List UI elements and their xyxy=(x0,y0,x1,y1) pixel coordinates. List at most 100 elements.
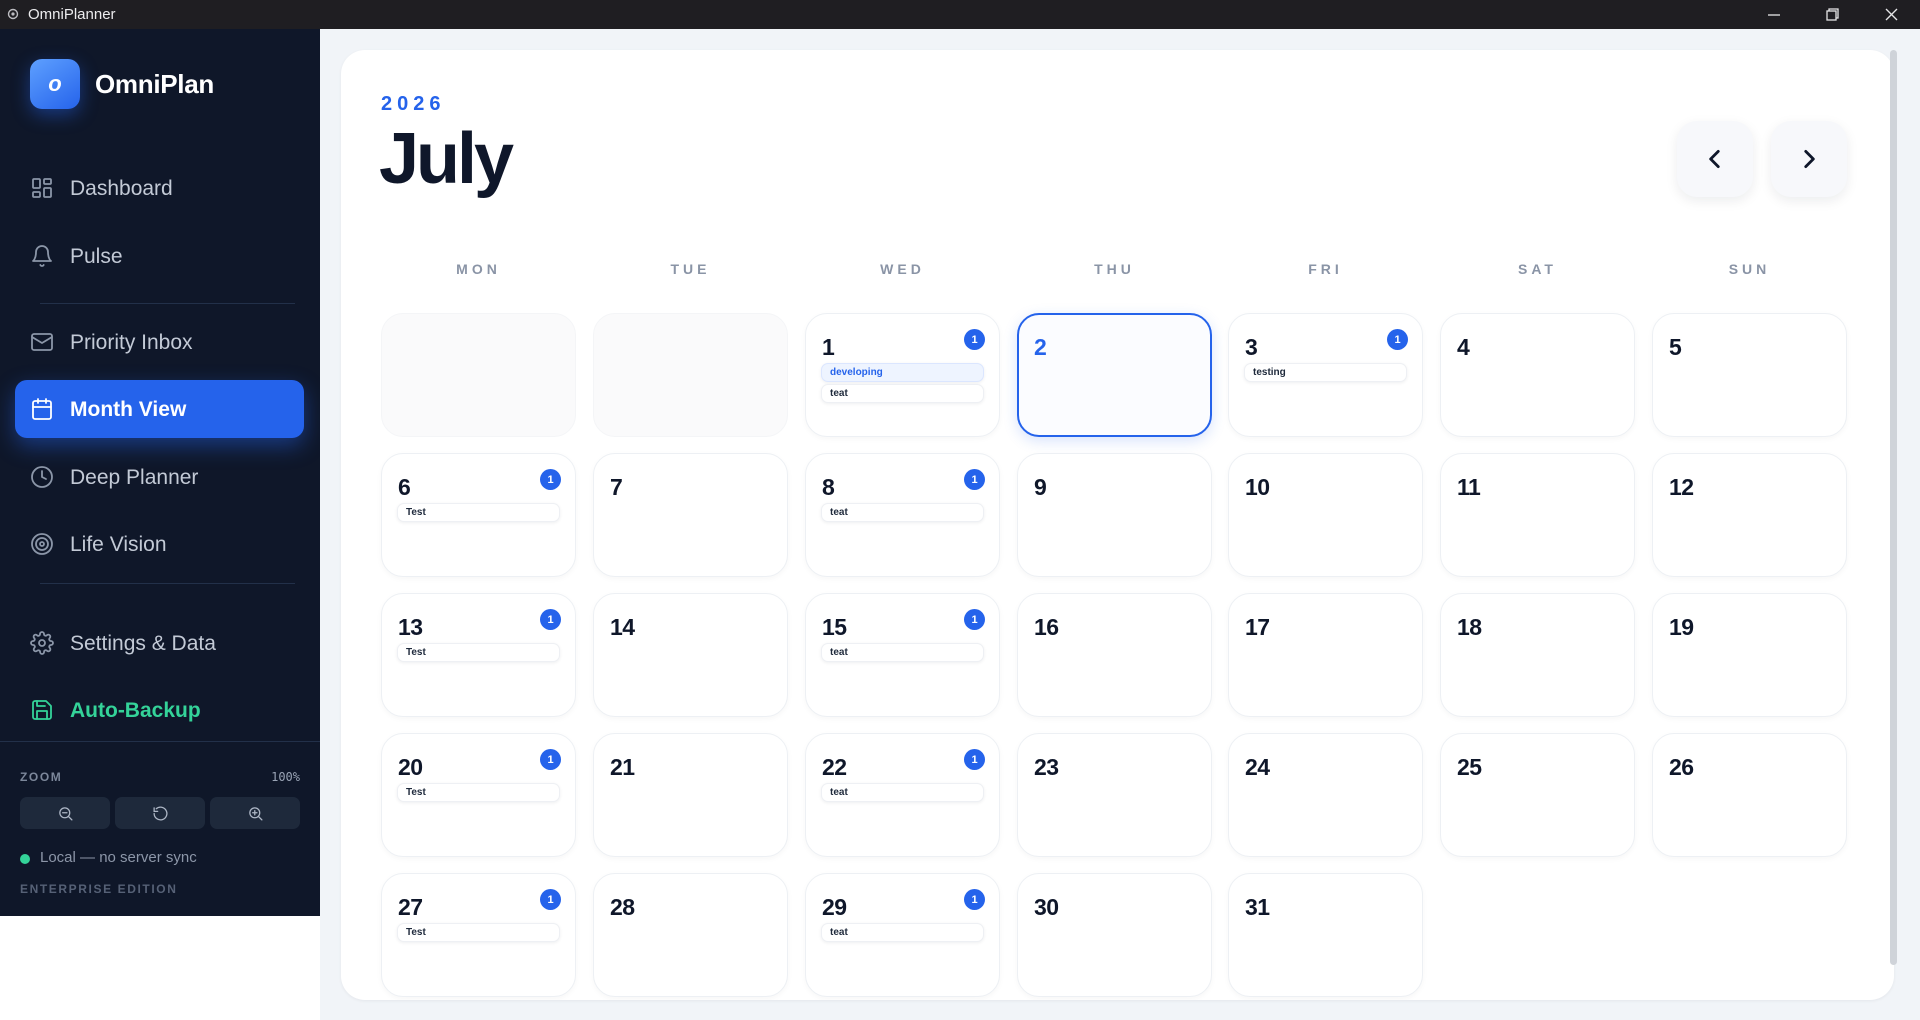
scrollbar[interactable] xyxy=(1890,50,1897,965)
prev-month-button[interactable] xyxy=(1677,121,1753,197)
save-icon xyxy=(30,698,54,722)
event-chip[interactable]: teat xyxy=(821,503,984,522)
sidebar-item-pulse[interactable]: Pulse xyxy=(15,227,304,285)
day-cell-today[interactable]: 2 xyxy=(1017,313,1212,437)
day-cell[interactable]: 26 xyxy=(1652,733,1847,857)
day-cell[interactable]: 17 xyxy=(1228,593,1423,717)
zoom-label: ZOOM xyxy=(20,770,63,784)
zoom-reset-button[interactable] xyxy=(115,797,205,829)
close-button[interactable] xyxy=(1862,0,1920,29)
event-chip[interactable]: teat xyxy=(821,384,984,403)
bell-icon xyxy=(30,244,54,268)
day-cell[interactable]: 6 1 Test xyxy=(381,453,576,577)
next-month-button[interactable] xyxy=(1771,121,1847,197)
day-number: 24 xyxy=(1245,754,1270,780)
day-cell[interactable]: 18 xyxy=(1440,593,1635,717)
day-cell[interactable]: 19 xyxy=(1652,593,1847,717)
day-number: 26 xyxy=(1669,754,1694,780)
close-icon xyxy=(1885,8,1897,21)
day-cell[interactable]: 11 xyxy=(1440,453,1635,577)
day-number: 19 xyxy=(1669,614,1694,640)
sidebar-item-dashboard[interactable]: Dashboard xyxy=(15,159,304,217)
day-number: 3 xyxy=(1245,334,1258,360)
day-number: 13 xyxy=(398,614,423,640)
day-number: 2 xyxy=(1034,334,1047,360)
day-cell[interactable]: 7 xyxy=(593,453,788,577)
day-cell[interactable]: 12 xyxy=(1652,453,1847,577)
empty-day-cell xyxy=(593,313,788,437)
mail-icon xyxy=(30,330,54,354)
zoom-in-button[interactable] xyxy=(210,797,300,829)
day-cell[interactable]: 15 1 teat xyxy=(805,593,1000,717)
day-cell[interactable]: 10 xyxy=(1228,453,1423,577)
day-number: 21 xyxy=(610,754,635,780)
day-cell[interactable]: 23 xyxy=(1017,733,1212,857)
sidebar: o OmniPlan Dashboard Pulse Priority Inbo… xyxy=(0,29,320,916)
gear-icon xyxy=(30,631,54,655)
zoom-value: 100% xyxy=(271,770,300,784)
day-number: 6 xyxy=(398,474,411,500)
event-count-badge: 1 xyxy=(964,609,985,630)
sidebar-item-label: Month View xyxy=(70,398,187,421)
chevron-right-icon xyxy=(1804,150,1815,168)
sidebar-item-deep-planner[interactable]: Deep Planner xyxy=(15,448,304,506)
day-cell[interactable]: 27 1 Test xyxy=(381,873,576,997)
day-cell[interactable]: 8 1 teat xyxy=(805,453,1000,577)
day-number: 7 xyxy=(610,474,623,500)
sidebar-item-month-view[interactable]: Month View xyxy=(15,380,304,438)
day-cell[interactable]: 4 xyxy=(1440,313,1635,437)
sidebar-divider xyxy=(40,303,295,304)
day-cell[interactable]: 28 xyxy=(593,873,788,997)
weekday-label: SAT xyxy=(1518,261,1557,277)
day-cell[interactable]: 31 xyxy=(1228,873,1423,997)
event-count-badge: 1 xyxy=(964,329,985,350)
weekday-label: SUN xyxy=(1728,261,1771,277)
sidebar-item-auto-backup[interactable]: Auto-Backup xyxy=(15,681,304,739)
day-number: 22 xyxy=(822,754,847,780)
day-number: 30 xyxy=(1034,894,1059,920)
day-cell[interactable]: 20 1 Test xyxy=(381,733,576,857)
event-chip[interactable]: teat xyxy=(821,923,984,942)
calendar-card: 2026 July MON TUE WED THU FRI SAT SUN 1 1 develo… xyxy=(341,50,1894,1000)
empty-day-cell xyxy=(381,313,576,437)
day-number: 29 xyxy=(822,894,847,920)
event-chip[interactable]: Test xyxy=(397,503,560,522)
sidebar-item-settings[interactable]: Settings & Data xyxy=(15,614,304,672)
day-number: 9 xyxy=(1034,474,1047,500)
day-cell[interactable]: 5 xyxy=(1652,313,1847,437)
day-cell[interactable]: 13 1 Test xyxy=(381,593,576,717)
day-cell[interactable]: 14 xyxy=(593,593,788,717)
sync-status-text: Local — no server sync xyxy=(40,849,197,866)
day-cell[interactable]: 16 xyxy=(1017,593,1212,717)
app-logo: o xyxy=(30,59,80,109)
sidebar-item-life-vision[interactable]: Life Vision xyxy=(15,515,304,573)
event-chip[interactable]: Test xyxy=(397,643,560,662)
zoom-in-icon xyxy=(248,806,263,821)
minimize-icon xyxy=(1768,13,1780,16)
event-chip[interactable]: testing xyxy=(1244,363,1407,382)
day-cell[interactable]: 22 1 teat xyxy=(805,733,1000,857)
minimize-button[interactable] xyxy=(1745,0,1803,29)
restore-button[interactable] xyxy=(1803,0,1861,29)
zoom-out-button[interactable] xyxy=(20,797,110,829)
event-chip[interactable]: Test xyxy=(397,783,560,802)
day-cell[interactable]: 24 xyxy=(1228,733,1423,857)
event-chip[interactable]: teat xyxy=(821,643,984,662)
day-number: 27 xyxy=(398,894,423,920)
day-cell[interactable]: 3 1 testing xyxy=(1228,313,1423,437)
weekday-label: THU xyxy=(1094,261,1135,277)
sidebar-divider xyxy=(40,583,295,584)
sidebar-item-priority-inbox[interactable]: Priority Inbox xyxy=(15,313,304,371)
day-cell[interactable]: 21 xyxy=(593,733,788,857)
day-number: 20 xyxy=(398,754,423,780)
event-chip[interactable]: teat xyxy=(821,783,984,802)
day-number: 25 xyxy=(1457,754,1482,780)
day-cell[interactable]: 29 1 teat xyxy=(805,873,1000,997)
window-title: OmniPlanner xyxy=(28,6,116,23)
day-cell[interactable]: 1 1 developing teat xyxy=(805,313,1000,437)
day-cell[interactable]: 30 xyxy=(1017,873,1212,997)
event-chip[interactable]: Test xyxy=(397,923,560,942)
day-cell[interactable]: 9 xyxy=(1017,453,1212,577)
event-chip[interactable]: developing xyxy=(821,363,984,382)
day-cell[interactable]: 25 xyxy=(1440,733,1635,857)
